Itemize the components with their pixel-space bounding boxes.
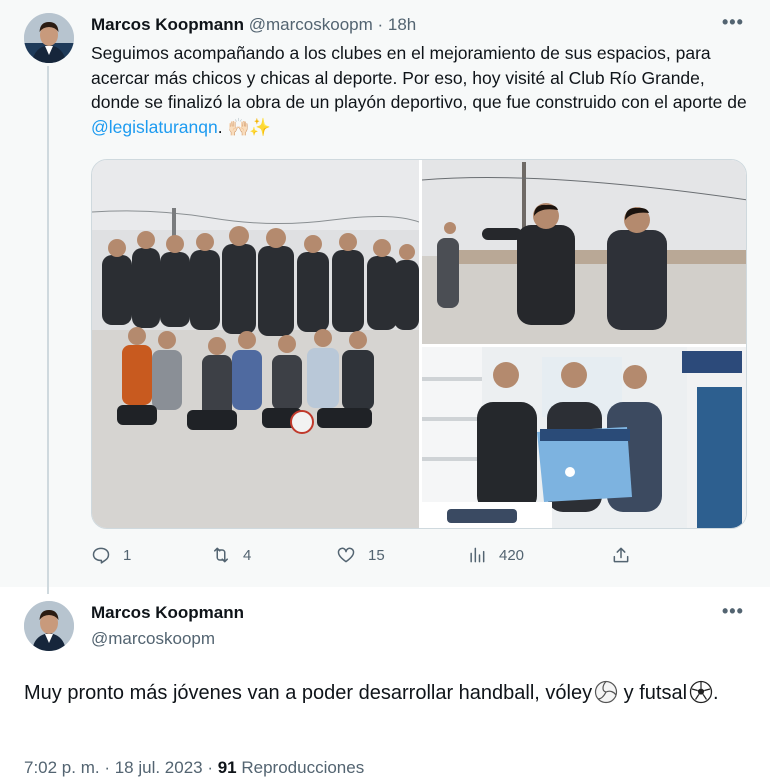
retweet-count: 4 [243, 546, 252, 564]
tweet-text-body: Seguimos acompañando a los clubes en el … [91, 43, 747, 112]
reply-count: 1 [123, 546, 132, 564]
tweet-text-end: . [713, 682, 719, 704]
jersey-photo[interactable] [422, 347, 746, 528]
tweet-text: Muy pronto más jóvenes van a poder desar… [24, 678, 744, 709]
author-handle[interactable]: @marcoskoopm [91, 628, 215, 650]
tweet-text-tail: . 🙌🏻✨ [217, 116, 272, 137]
reply-icon [92, 547, 110, 564]
more-dots-icon[interactable]: ••• [722, 12, 744, 33]
retweet-button[interactable]: 4 [211, 545, 251, 565]
tweet-header: Marcos Koopmann @marcoskoopm · 18h [91, 14, 416, 36]
author-name[interactable]: Marcos Koopmann [91, 15, 244, 34]
tweet-actions: 1 4 15 420 [91, 545, 651, 573]
heart-icon [337, 547, 355, 563]
share-icon [613, 547, 629, 563]
header-separator: · [372, 15, 388, 34]
tweet-text-middle: y futsal [618, 682, 688, 704]
like-count: 15 [368, 546, 385, 564]
field-visit-photo[interactable] [422, 160, 746, 344]
share-button[interactable] [611, 545, 631, 565]
thread-connector-line [47, 66, 49, 594]
tweet-text-body: Muy pronto más jóvenes van a poder desar… [24, 682, 593, 704]
timestamp-link[interactable]: 18h [388, 15, 416, 34]
views-button[interactable]: 420 [467, 545, 524, 565]
author-handle[interactable]: @marcoskoopm [249, 15, 373, 34]
views-label: Reproducciones [236, 758, 365, 777]
retweet-icon [214, 547, 228, 563]
group-photo[interactable] [92, 160, 419, 528]
avatar[interactable] [24, 601, 74, 651]
soccer-ball-icon [689, 680, 713, 704]
views-count: 91 [217, 758, 237, 777]
views-icon [470, 547, 485, 563]
volleyball-icon [595, 680, 618, 704]
tweet-text: Seguimos acompañando a los clubes en el … [91, 41, 751, 139]
timestamp-link[interactable]: 7:02 p. m. · 18 jul. 2023 · [24, 758, 218, 777]
reply-button[interactable]: 1 [91, 545, 131, 565]
tweet-meta: 7:02 p. m. · 18 jul. 2023 · 91 Reproducc… [24, 758, 364, 777]
mention-link[interactable]: @legislaturanqn [91, 117, 218, 137]
media-grid [91, 159, 747, 529]
more-dots-icon[interactable]: ••• [722, 601, 744, 622]
like-button[interactable]: 15 [336, 545, 385, 565]
avatar[interactable] [24, 13, 74, 63]
author-name[interactable]: Marcos Koopmann [91, 602, 244, 624]
tweet-parent[interactable]: Marcos Koopmann @marcoskoopm · 18h ••• S… [0, 0, 770, 594]
views-count: 420 [499, 546, 525, 564]
